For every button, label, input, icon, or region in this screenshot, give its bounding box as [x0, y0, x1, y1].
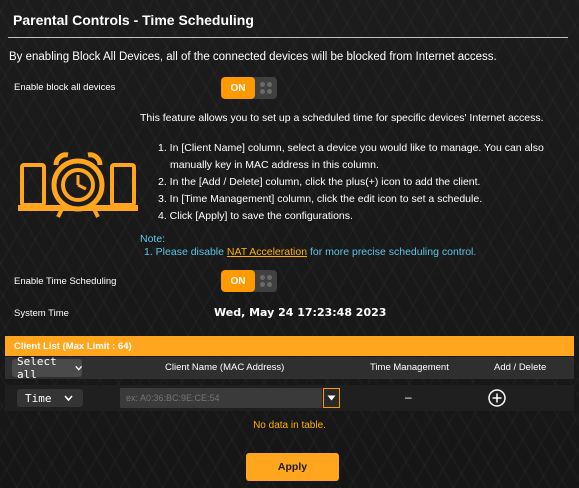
system-time-label: System Time: [14, 308, 69, 319]
time-scheduling-label: Enable Time Scheduling: [14, 276, 117, 287]
instruction-step: 3. In [Time Management] column, click th…: [158, 193, 483, 205]
toggle-on-label: ON: [221, 77, 255, 99]
table-row: Time –: [5, 385, 574, 411]
block-all-toggle[interactable]: ON: [221, 77, 277, 99]
note-prefix: 1. Please disable: [144, 246, 227, 258]
feature-description: This feature allows you to set up a sche…: [140, 112, 544, 124]
empty-table-message: No data in table.: [253, 420, 326, 431]
note: Note: 1. Please disable NAT Acceleration…: [140, 233, 476, 259]
mac-address-input[interactable]: [120, 388, 322, 408]
instruction-step: manually key in MAC address in this colu…: [170, 159, 379, 171]
select-all-dropdown[interactable]: Select all: [12, 355, 82, 381]
chevron-down-icon: [63, 395, 73, 401]
title-divider: [8, 37, 568, 38]
toggle-knob: [255, 270, 277, 292]
client-list-columns: Select all Client Name (MAC Address) Tim…: [5, 355, 574, 381]
alarm-clock-laptop-illustration: [18, 152, 138, 218]
instruction-step: 4. Click [Apply] to save the configurati…: [158, 210, 353, 222]
instruction-step: 2. In the [Add / Delete] column, click t…: [158, 176, 481, 188]
toggle-on-label: ON: [221, 270, 255, 292]
client-type-dropdown[interactable]: Time: [17, 389, 83, 407]
client-type-value: Time: [25, 391, 52, 405]
client-name-column-header: Client Name (MAC Address): [165, 362, 285, 373]
note-suffix: for more precise scheduling control.: [307, 246, 477, 258]
add-delete-column-header: Add / Delete: [494, 362, 547, 373]
block-all-description: By enabling Block All Devices, all of th…: [9, 51, 497, 63]
client-list-header: Client List (Max Limit : 64): [5, 336, 574, 356]
page: Parental Controls - Time Scheduling By e…: [0, 0, 579, 488]
system-time-value: Wed, May 24 17:23:48 2023: [214, 306, 387, 319]
select-all-label: Select all: [17, 355, 57, 381]
instruction-step: 1. In [Client Name] column, select a dev…: [158, 142, 544, 154]
page-title: Parental Controls - Time Scheduling: [13, 12, 254, 28]
time-management-value: –: [405, 390, 412, 404]
toggle-knob: [255, 77, 277, 99]
time-management-column-header: Time Management: [370, 362, 449, 373]
chevron-down-icon: [74, 365, 82, 371]
note-heading: Note:: [140, 233, 166, 245]
client-list-dropdown-button[interactable]: [323, 388, 340, 408]
instructions-list: 1. In [Client Name] column, select a dev…: [158, 140, 568, 225]
apply-button[interactable]: Apply: [246, 453, 339, 481]
time-scheduling-toggle[interactable]: ON: [221, 270, 277, 292]
chevron-down-icon: [327, 395, 336, 401]
nat-acceleration-link[interactable]: NAT Acceleration: [227, 246, 307, 258]
block-all-label: Enable block all devices: [14, 82, 116, 93]
plus-circle-icon[interactable]: [487, 388, 507, 408]
